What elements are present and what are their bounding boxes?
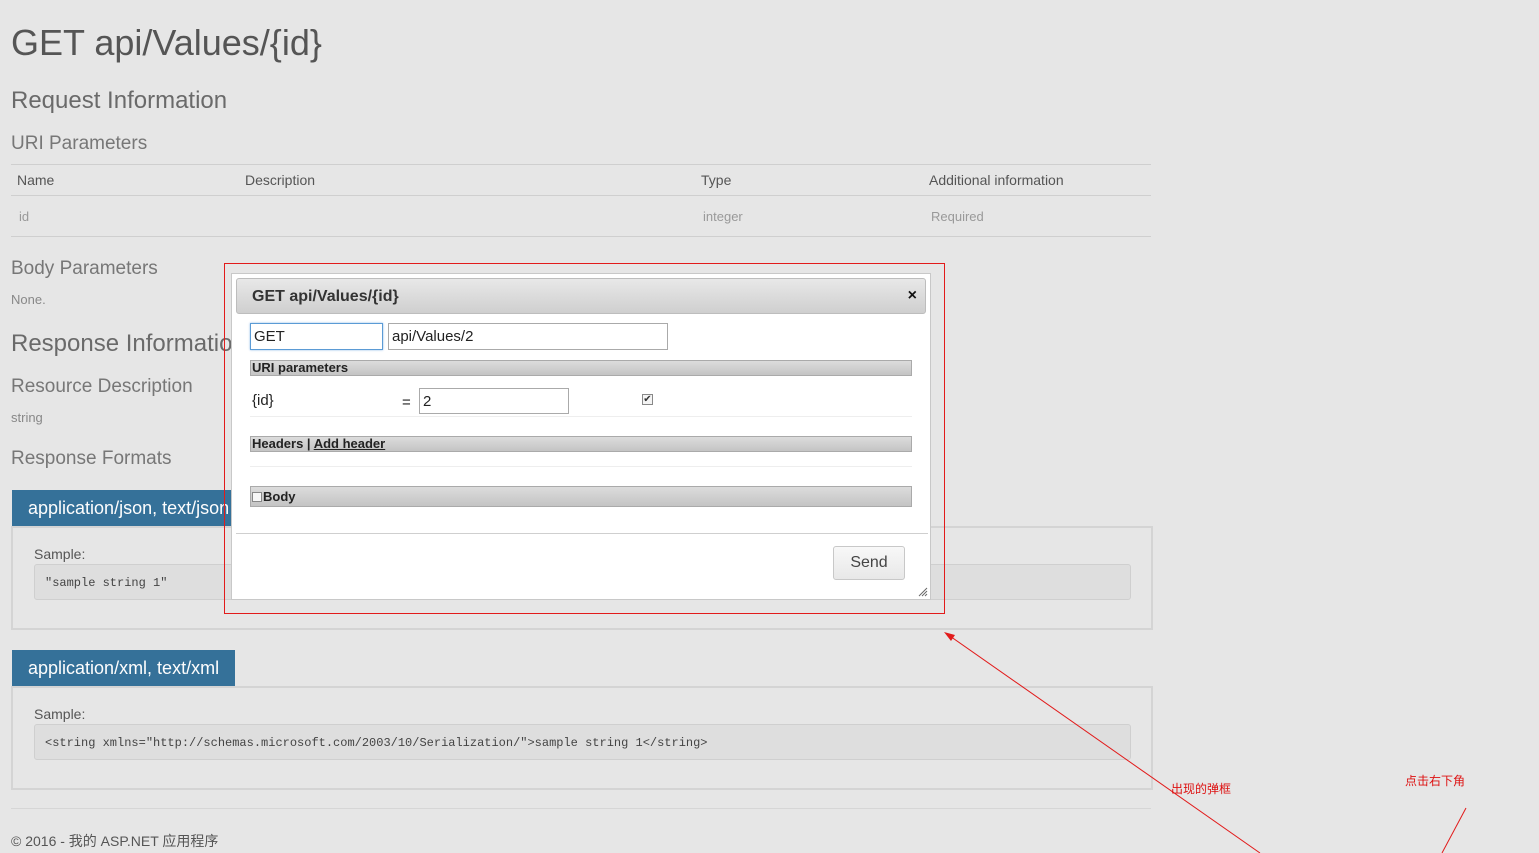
tab-application-json[interactable]: application/json, text/json <box>12 490 246 526</box>
column-header-type: Type <box>695 164 923 196</box>
footer-divider <box>11 808 1151 809</box>
annotation-pointer-line <box>1441 807 1467 853</box>
uri-parameters-section-header: URI parameters <box>250 360 912 376</box>
page-title: GET api/Values/{id} <box>11 22 322 63</box>
dialog-title: GET api/Values/{id} <box>252 288 399 305</box>
resource-description-heading: Resource Description <box>11 376 193 397</box>
sample-label: Sample: <box>34 706 86 722</box>
send-button[interactable]: Send <box>833 546 905 580</box>
add-header-link[interactable]: Add header <box>314 436 386 451</box>
response-information-heading: Response Information <box>11 330 246 357</box>
response-formats-heading: Response Formats <box>11 448 172 469</box>
footer-text: © 2016 - 我的 ASP.NET 应用程序 <box>11 833 219 849</box>
body-section-header: Body <box>250 486 912 507</box>
param-equals-sign: = <box>402 394 411 411</box>
annotation-popup-note: 出现的弹框 <box>1171 782 1232 796</box>
resource-description-value: string <box>11 410 43 425</box>
table-row: id integer Required <box>11 195 1151 237</box>
body-parameters-value: None. <box>11 292 46 307</box>
table-header-row: Name Description Type Additional informa… <box>11 164 1151 196</box>
uri-parameters-table: Name Description Type Additional informa… <box>11 164 1151 237</box>
annotation-click-note: 点击右下角 <box>1405 774 1466 788</box>
sample-label: Sample: <box>34 546 86 562</box>
http-method-input[interactable] <box>250 323 383 350</box>
body-enable-checkbox[interactable] <box>252 492 262 502</box>
body-parameters-heading: Body Parameters <box>11 258 158 279</box>
divider <box>250 466 912 467</box>
headers-label: Headers | <box>252 436 314 451</box>
param-value-input[interactable] <box>419 388 569 414</box>
param-enabled-checkbox[interactable]: ✔ <box>642 394 653 405</box>
cell-name: id <box>11 195 239 237</box>
test-api-dialog: GET api/Values/{id} × URI parameters {id… <box>231 273 931 600</box>
column-header-description: Description <box>239 164 695 196</box>
xml-sample-panel: Sample: <string xmlns="http://schemas.mi… <box>11 686 1153 790</box>
divider <box>250 416 912 417</box>
resize-handle-icon[interactable] <box>918 587 928 597</box>
cell-type: integer <box>695 195 923 237</box>
uri-parameters-heading: URI Parameters <box>11 133 148 154</box>
cell-additional: Required <box>923 195 1151 237</box>
close-icon[interactable]: × <box>908 287 917 305</box>
body-label: Body <box>263 489 296 504</box>
headers-section-header: Headers | Add header <box>250 436 912 452</box>
xml-sample-code: <string xmlns="http://schemas.microsoft.… <box>34 724 1131 760</box>
column-header-name: Name <box>11 164 239 196</box>
tab-application-xml[interactable]: application/xml, text/xml <box>12 650 236 686</box>
annotation-arrowhead <box>944 632 955 641</box>
request-information-heading: Request Information <box>11 87 228 114</box>
column-header-additional: Additional information <box>923 164 1151 196</box>
cell-description <box>239 195 695 237</box>
dialog-titlebar[interactable]: GET api/Values/{id} × <box>236 278 926 314</box>
request-url-input[interactable] <box>388 323 668 350</box>
dialog-footer-divider <box>236 533 928 534</box>
param-name-id: {id} <box>252 392 274 409</box>
